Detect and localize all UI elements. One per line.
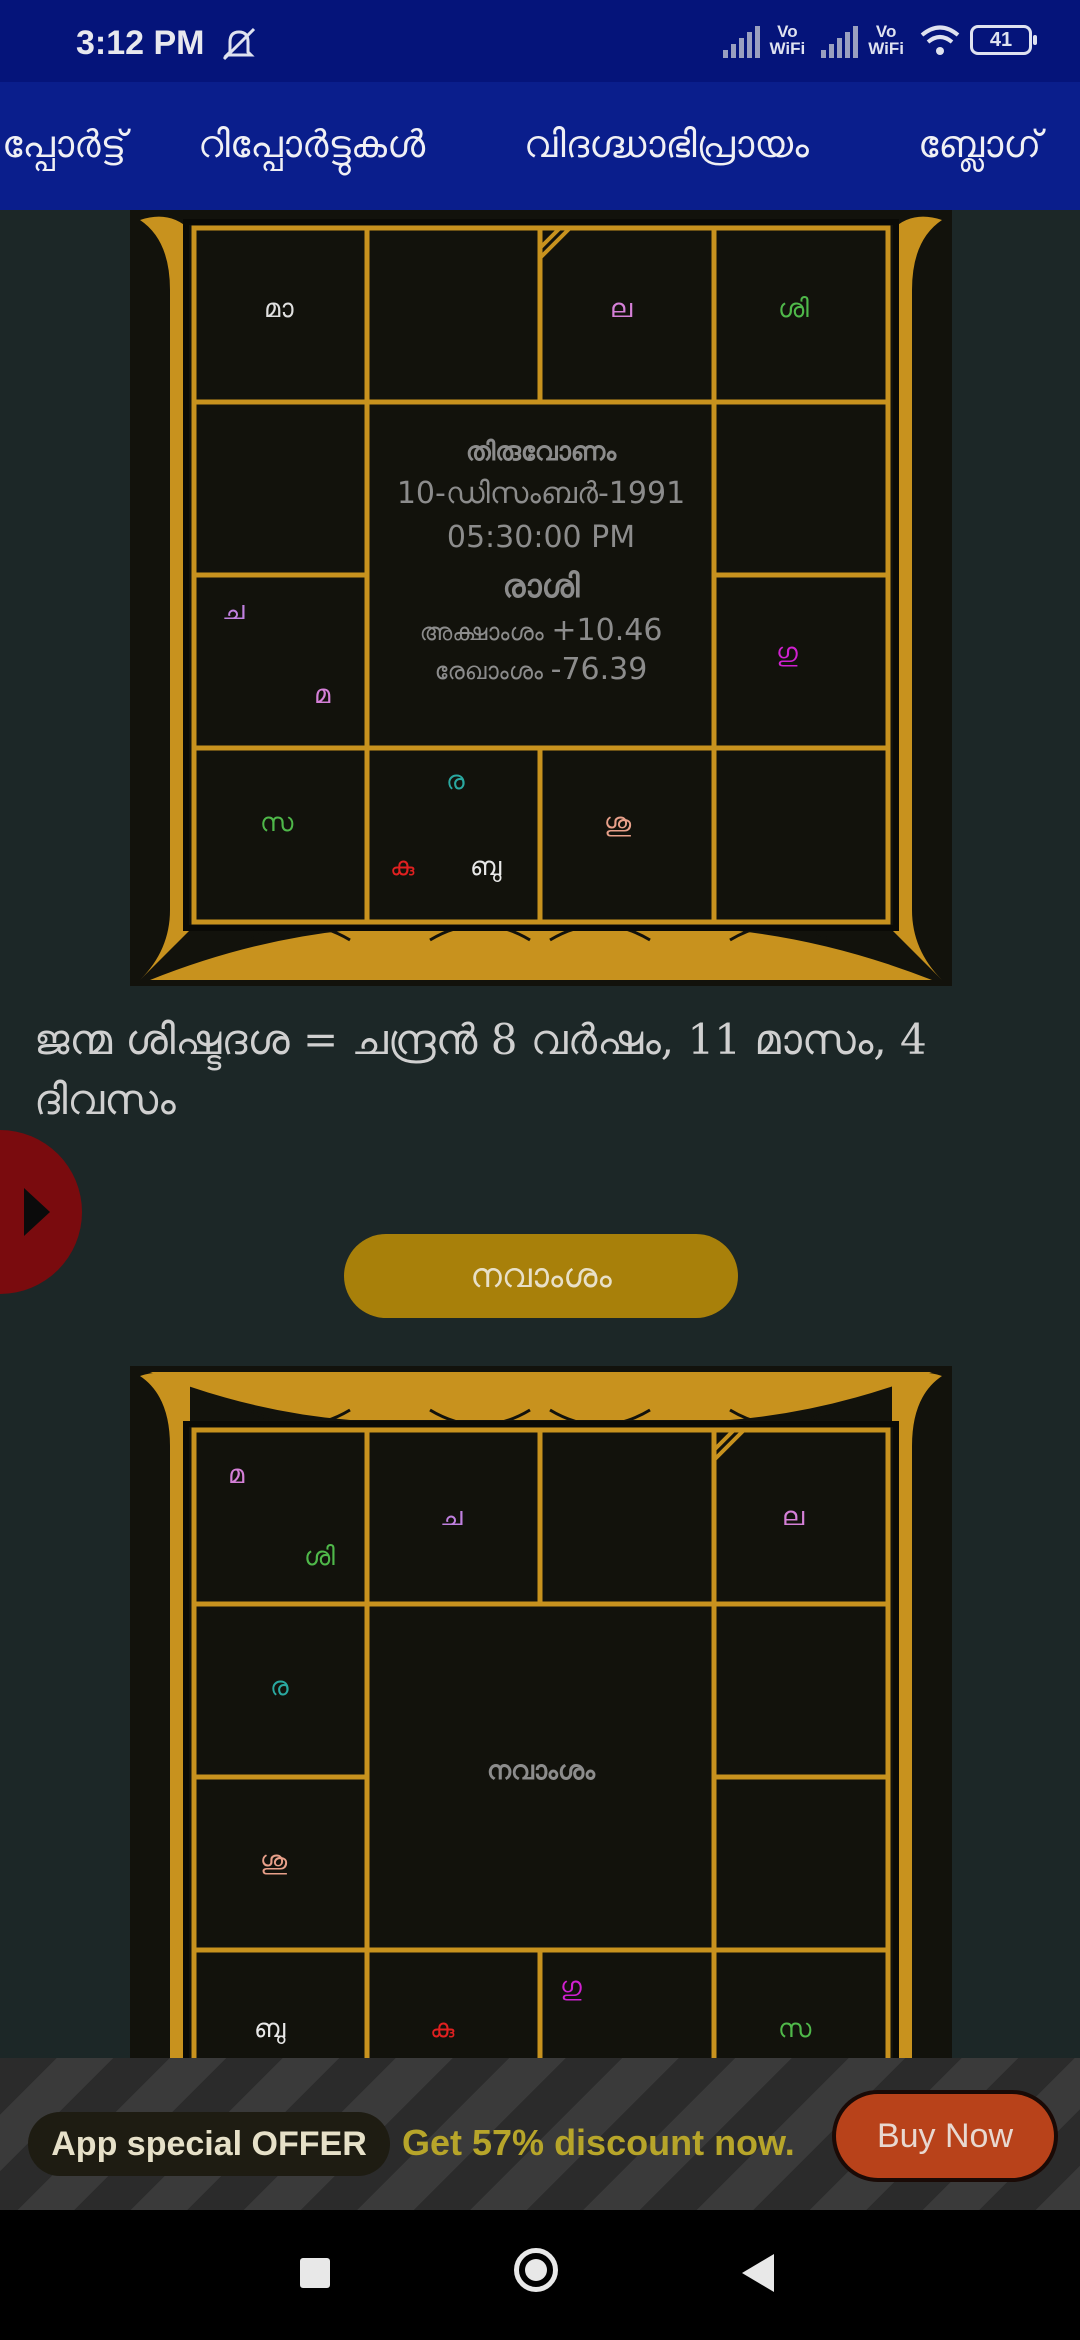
chart-title: രാശി	[502, 567, 580, 605]
navamsa-planet: മ	[228, 1460, 245, 1490]
longitude-label: രേഖാംശം	[434, 657, 543, 685]
offer-banner: App special OFFER Get 57% discount now. …	[0, 2058, 1080, 2210]
birth-date: 10-ഡിസംബർ-1991	[396, 476, 686, 511]
rasi-planet: ര	[446, 766, 465, 796]
latitude-value: +10.46	[551, 613, 663, 648]
nav-item-blog[interactable]: ബ്ലോഗ്	[918, 122, 1041, 167]
dasha-balance: ജന്മ ശിഷ്ടദശ = ചന്ദ്രൻ 8 വർഷം, 11 മാസം, …	[34, 1010, 1044, 1130]
nav-item-reports[interactable]: റിപ്പോർട്ടുകൾ	[198, 122, 425, 167]
nav-item-expert-opinion[interactable]: വിദഗ്ദ്ധാഭിപ്രായം	[524, 122, 809, 167]
vowifi-label: Vo WiFi	[769, 22, 806, 58]
home-icon[interactable]	[514, 2248, 558, 2292]
latitude-label: അക്ഷാംശം	[419, 618, 544, 646]
navamsa-planet: കു	[430, 2014, 455, 2044]
nav-item-reports-partial[interactable]: പ്പോർട്ട്	[2, 122, 126, 167]
status-bar: 3:12 PM Vo WiFi Vo WiFi 41	[0, 0, 1080, 82]
battery-icon: 41	[970, 25, 1037, 55]
rasi-planet: മ	[314, 680, 331, 710]
status-time: 3:12 PM	[76, 24, 205, 62]
navamsa-planet: ശു	[260, 1846, 288, 1876]
top-nav: പ്പോർട്ട് റിപ്പോർട്ടുകൾ വിദഗ്ദ്ധാഭിപ്രായ…	[0, 82, 1080, 210]
side-drawer-toggle[interactable]	[0, 1130, 82, 1294]
back-icon[interactable]	[742, 2254, 774, 2292]
navamsa-button[interactable]: നവാംശം	[344, 1234, 738, 1318]
nakshatra: തിരുവോണം	[465, 437, 617, 467]
navamsa-planet: ശി	[304, 1542, 335, 1572]
system-nav-bar	[0, 2210, 1080, 2340]
rasi-planet: മാ	[264, 294, 294, 324]
wifi-icon	[920, 25, 960, 55]
rasi-planet: ച	[222, 596, 245, 626]
bell-off-icon	[220, 26, 258, 66]
offer-text: Get 57% discount now.	[402, 2122, 795, 2163]
latitude: അക്ഷാംശം +10.46	[370, 612, 712, 651]
dasha-line: ജന്മ ശിഷ്ടദശ = ചന്ദ്രൻ 8 വർഷം, 11 മാസം, …	[34, 1015, 927, 1064]
vowifi-label: Vo WiFi	[868, 22, 904, 58]
status-indicators: Vo WiFi Vo WiFi 41	[722, 22, 1037, 58]
longitude: രേഖാംശം -76.39	[370, 651, 712, 690]
offer-pill: App special OFFER	[28, 2112, 390, 2176]
navamsa-chart: മ ശി ച ല ര ശു ബു കു ഗു സ നവാംശം	[130, 1366, 952, 2058]
navamsa-chart-frame	[130, 1366, 952, 2058]
longitude-value: -76.39	[550, 652, 648, 687]
signal-icon	[821, 22, 859, 58]
navamsa-planet: ല	[782, 1502, 805, 1532]
navamsa-planet: ബു	[254, 2014, 286, 2044]
rasi-planet: ശി	[778, 294, 809, 324]
rasi-planet: ശു	[604, 808, 632, 838]
rasi-planet: കു	[390, 852, 415, 882]
rasi-planet: ഗു	[776, 638, 798, 668]
rasi-planet: സ	[260, 808, 294, 838]
signal-icon	[722, 22, 760, 58]
navamsa-planet: ര	[270, 1672, 289, 1702]
navamsa-planet: സ	[778, 2014, 812, 2044]
recents-icon[interactable]	[300, 2258, 330, 2288]
navamsa-planet: ച	[440, 1502, 463, 1532]
rasi-center-info: തിരുവോണം 10-ഡിസംബർ-1991 05:30:00 PM രാശി…	[370, 432, 712, 690]
navamsa-planet: ഗു	[560, 1972, 582, 2002]
rasi-planet: ല	[610, 294, 633, 324]
birth-time: 05:30:00 PM	[446, 520, 636, 555]
buy-now-button[interactable]: Buy Now	[832, 2090, 1058, 2182]
dasha-line: ദിവസം	[34, 1075, 176, 1124]
rasi-planet: ബു	[470, 852, 502, 882]
rasi-chart: മാ ല ശി ച മ ഗു സ ര കു ബു ശു തിരുവോണം 10-…	[130, 210, 952, 986]
navamsa-center-title: നവാംശം	[486, 1756, 596, 1786]
